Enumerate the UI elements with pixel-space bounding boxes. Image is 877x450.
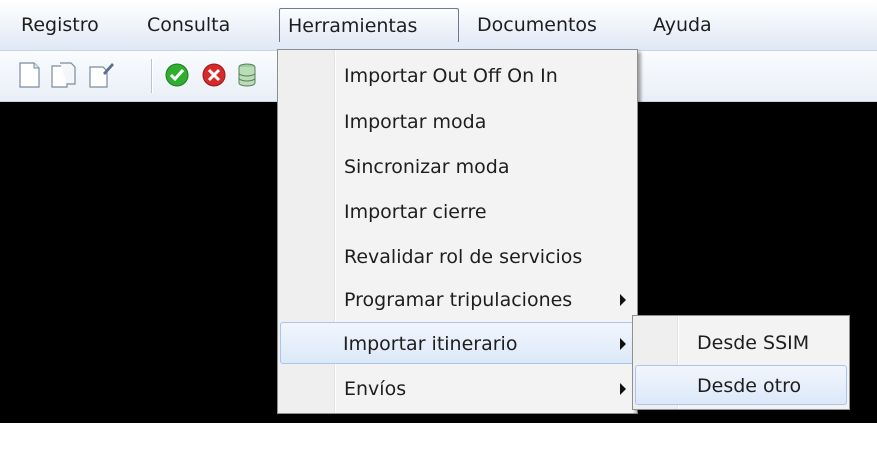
menu-item-envios[interactable]: Envíos [280,368,635,410]
new-document-icon [19,62,40,88]
menu-item-label: Desde SSIM [697,332,810,354]
edit-document-icon [89,63,114,88]
menu-item-importar-itinerario[interactable]: Importar itinerario [280,322,635,364]
menu-ayuda[interactable]: Ayuda [653,8,733,42]
menu-item-label: Importar moda [344,111,487,133]
submenu-arrow-icon [620,383,626,395]
new-document-button[interactable] [15,60,43,90]
menu-item-label: Importar itinerario [343,333,518,355]
menu-consulta[interactable]: Consulta [147,8,257,42]
submenu-arrow-icon [620,338,626,350]
submenu-arrow-icon [620,294,626,306]
copy-document-button[interactable] [50,60,78,90]
menu-item-importar-cierre[interactable]: Importar cierre [280,191,635,233]
submenu-item-desde-otro[interactable]: Desde otro [635,365,847,405]
cancel-icon [202,63,226,87]
menu-item-label: Programar tripulaciones [344,289,573,311]
importar-itinerario-submenu: Desde SSIM Desde otro [632,315,850,410]
toolbar-separator [151,59,152,93]
menu-item-label: Desde otro [697,375,802,397]
cancel-button[interactable] [200,60,228,90]
menu-item-importar-moda[interactable]: Importar moda [280,101,635,143]
menu-bar: Registro Consulta Herramientas Documento… [0,0,877,51]
menu-item-sincronizar-moda[interactable]: Sincronizar moda [280,146,635,188]
accept-icon [165,63,189,87]
menu-item-programar-tripulaciones[interactable]: Programar tripulaciones [280,279,635,321]
herramientas-dropdown: Importar Out Off On In Importar moda Sin… [277,49,638,414]
menu-item-importar-out-off-on-in[interactable]: Importar Out Off On In [280,55,635,97]
menu-registro[interactable]: Registro [21,8,131,42]
database-button[interactable] [237,60,257,90]
menu-item-label: Revalidar rol de servicios [344,246,583,268]
menu-item-label: Sincronizar moda [344,156,510,178]
menu-documentos[interactable]: Documentos [477,8,622,42]
menu-herramientas[interactable]: Herramientas [279,8,459,42]
edit-document-button[interactable] [87,60,115,90]
menu-item-revalidar-rol-de-servicios[interactable]: Revalidar rol de servicios [280,236,635,278]
menu-item-label: Importar Out Off On In [344,65,558,87]
menu-item-label: Importar cierre [344,201,487,223]
copy-document-icon [51,62,76,88]
submenu-item-desde-ssim[interactable]: Desde SSIM [635,323,847,363]
database-icon [238,63,256,87]
accept-button[interactable] [163,60,191,90]
menu-item-label: Envíos [344,378,407,400]
